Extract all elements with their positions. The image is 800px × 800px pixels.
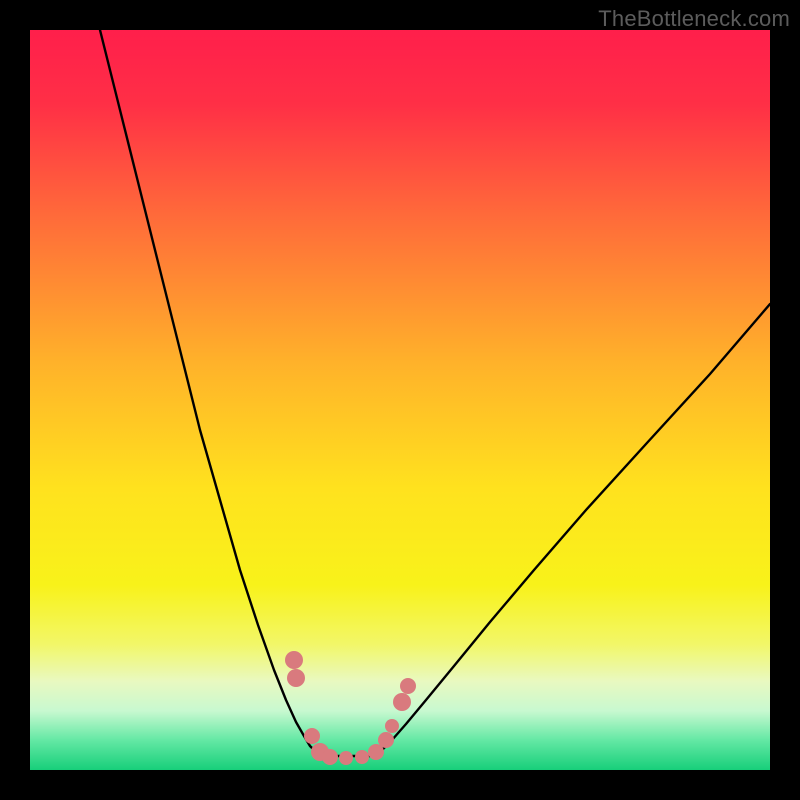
curve-dot <box>400 678 416 694</box>
curve-dot <box>304 728 320 744</box>
bottleneck-curve <box>100 30 770 756</box>
curve-dot <box>378 732 394 748</box>
chart-frame: TheBottleneck.com <box>0 0 800 800</box>
plot-area <box>30 30 770 770</box>
watermark-text: TheBottleneck.com <box>598 6 790 32</box>
curve-layer <box>30 30 770 770</box>
curve-dot <box>355 750 369 764</box>
curve-dot <box>322 749 338 765</box>
curve-dot <box>285 651 303 669</box>
curve-dot <box>385 719 399 733</box>
curve-dot <box>287 669 305 687</box>
curve-dot <box>393 693 411 711</box>
curve-dot <box>339 751 353 765</box>
curve-dots <box>285 651 416 765</box>
